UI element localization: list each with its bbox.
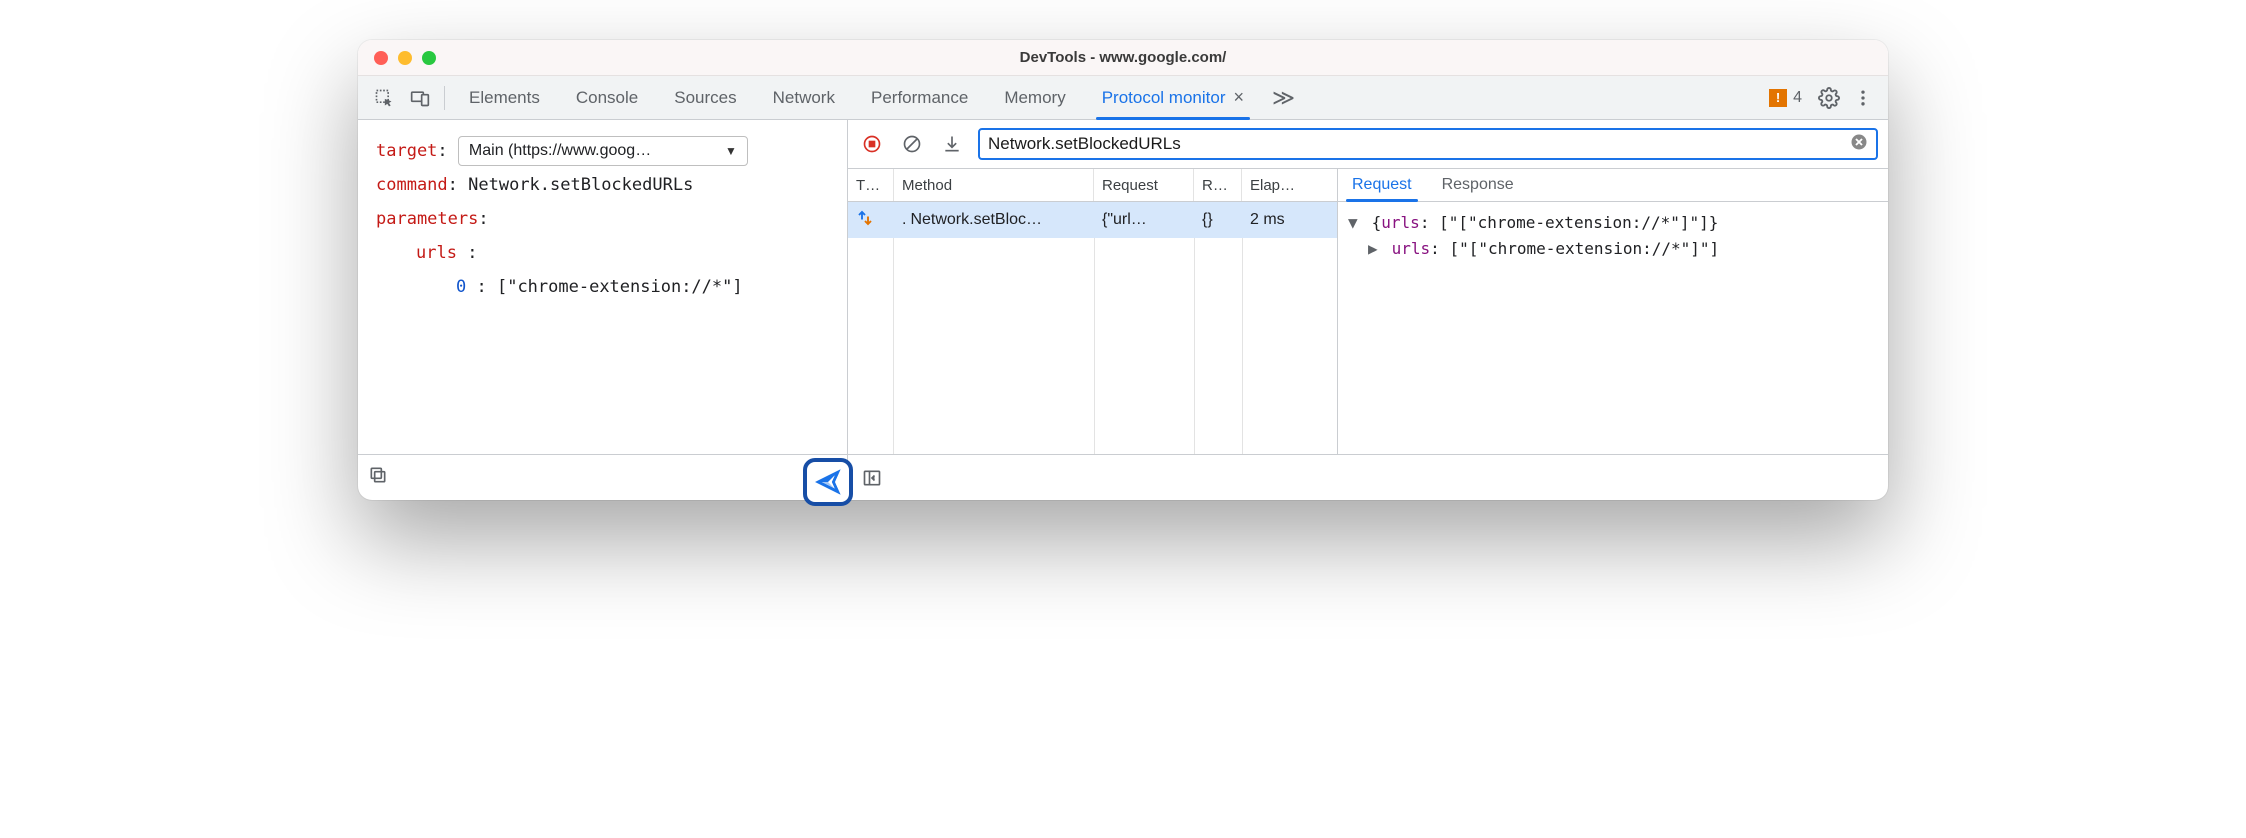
log-empty-area: [848, 238, 1337, 454]
command-editor-pane: target: Main (https://www.goog… ▼ comman…: [358, 120, 848, 500]
row-elapsed: 2 ms: [1242, 211, 1332, 229]
tab-label: Elements: [469, 88, 540, 108]
tab-label: Network: [773, 88, 835, 108]
clear-filter-icon[interactable]: [1850, 133, 1868, 156]
col-type[interactable]: T…: [848, 169, 894, 201]
copy-icon[interactable]: [368, 465, 388, 490]
log-footer: [848, 454, 1888, 500]
details-panel: Request Response ▼ {urls: ["["chrome-ext…: [1338, 168, 1888, 454]
col-method[interactable]: Method: [894, 169, 1094, 201]
clear-icon[interactable]: [898, 130, 926, 158]
editor-footer: [358, 454, 847, 500]
inspect-element-icon[interactable]: [366, 88, 402, 108]
urls-label: urls: [416, 243, 457, 263]
log-table: T… Method Request R… Elap… .Network.setB…: [848, 168, 1338, 454]
panel-body: target: Main (https://www.goog… ▼ comman…: [358, 120, 1888, 500]
tab-label: Memory: [1004, 88, 1065, 108]
send-command-button[interactable]: [803, 458, 853, 506]
main-toolbar: Elements Console Sources Network Perform…: [358, 76, 1888, 120]
log-toolbar: Network.setBlockedURLs: [848, 120, 1888, 168]
tab-memory[interactable]: Memory: [986, 76, 1083, 120]
tab-console[interactable]: Console: [558, 76, 656, 120]
record-icon[interactable]: [858, 130, 886, 158]
tab-network[interactable]: Network: [755, 76, 853, 120]
log-pane: Network.setBlockedURLs T… Method Request…: [848, 120, 1888, 500]
log-split: T… Method Request R… Elap… .Network.setB…: [848, 168, 1888, 454]
row-method: Network.setBloc…: [910, 211, 1042, 228]
detail-tab-label: Response: [1442, 176, 1514, 194]
prop-name: urls: [1381, 213, 1420, 232]
parameters-label: parameters: [376, 209, 478, 229]
prop-value: ["["chrome-extension://*"]"]: [1439, 213, 1709, 232]
settings-icon[interactable]: [1812, 87, 1846, 109]
issues-counter[interactable]: ! 4: [1769, 89, 1802, 107]
separator: [444, 86, 445, 110]
index-0-value[interactable]: ["chrome-extension://*"]: [497, 277, 743, 297]
col-response[interactable]: R…: [1194, 169, 1242, 201]
titlebar: DevTools - www.google.com/: [358, 40, 1888, 76]
tab-label: Sources: [674, 88, 736, 108]
sent-received-icon: [848, 209, 894, 232]
target-value: Main (https://www.goog…: [469, 135, 651, 167]
log-header-row: T… Method Request R… Elap…: [848, 168, 1337, 202]
log-row[interactable]: .Network.setBloc… {"url… {} 2 ms: [848, 202, 1337, 238]
row-request: {"url…: [1094, 211, 1194, 229]
command-label: command: [376, 175, 448, 195]
col-request[interactable]: Request: [1094, 169, 1194, 201]
select-chevron-icon: ▼: [725, 139, 737, 163]
detail-tabs: Request Response: [1338, 168, 1888, 202]
command-form: target: Main (https://www.goog… ▼ comman…: [358, 120, 847, 454]
window-title: DevTools - www.google.com/: [358, 49, 1888, 66]
tab-protocol-monitor[interactable]: Protocol monitor ×: [1084, 76, 1262, 120]
tab-label: Console: [576, 88, 638, 108]
tab-label: Protocol monitor: [1102, 88, 1226, 108]
prop-value: ["["chrome-extension://*"]"]: [1449, 239, 1719, 258]
save-icon[interactable]: [938, 130, 966, 158]
row-response: {}: [1194, 211, 1242, 229]
target-select[interactable]: Main (https://www.goog… ▼: [458, 136, 748, 166]
index-0-label: 0: [456, 277, 466, 297]
detail-tab-label: Request: [1352, 176, 1412, 194]
target-label: target: [376, 141, 437, 161]
detail-tab-request[interactable]: Request: [1346, 169, 1418, 201]
tab-elements[interactable]: Elements: [451, 76, 558, 120]
devtools-window: DevTools - www.google.com/ Elements Cons…: [358, 40, 1888, 500]
issues-count: 4: [1793, 89, 1802, 107]
command-value[interactable]: Network.setBlockedURLs: [468, 175, 693, 195]
col-elapsed[interactable]: Elap…: [1242, 169, 1332, 201]
detail-tab-response[interactable]: Response: [1436, 169, 1520, 201]
tab-label: Performance: [871, 88, 968, 108]
expand-icon[interactable]: ▼: [1348, 210, 1362, 236]
more-tabs-icon[interactable]: ≫: [1262, 85, 1305, 111]
detail-body: ▼ {urls: ["["chrome-extension://*"]"]} ▶…: [1338, 202, 1888, 269]
collapse-icon[interactable]: ▶: [1368, 236, 1382, 262]
tab-performance[interactable]: Performance: [853, 76, 986, 120]
tree-row[interactable]: ▶ urls: ["["chrome-extension://*"]"]: [1348, 236, 1878, 262]
warning-icon: !: [1769, 89, 1787, 107]
tab-sources[interactable]: Sources: [656, 76, 754, 120]
prop-name: urls: [1392, 239, 1431, 258]
panel-tabs: Elements Console Sources Network Perform…: [451, 76, 1262, 120]
more-options-icon[interactable]: [1846, 88, 1880, 108]
filter-input[interactable]: Network.setBlockedURLs: [978, 128, 1878, 160]
close-tab-icon[interactable]: ×: [1234, 87, 1245, 108]
device-toggle-icon[interactable]: [402, 88, 438, 108]
toggle-left-pane-icon[interactable]: [858, 464, 886, 492]
filter-value: Network.setBlockedURLs: [988, 134, 1842, 154]
tree-row[interactable]: ▼ {urls: ["["chrome-extension://*"]"]}: [1348, 210, 1878, 236]
